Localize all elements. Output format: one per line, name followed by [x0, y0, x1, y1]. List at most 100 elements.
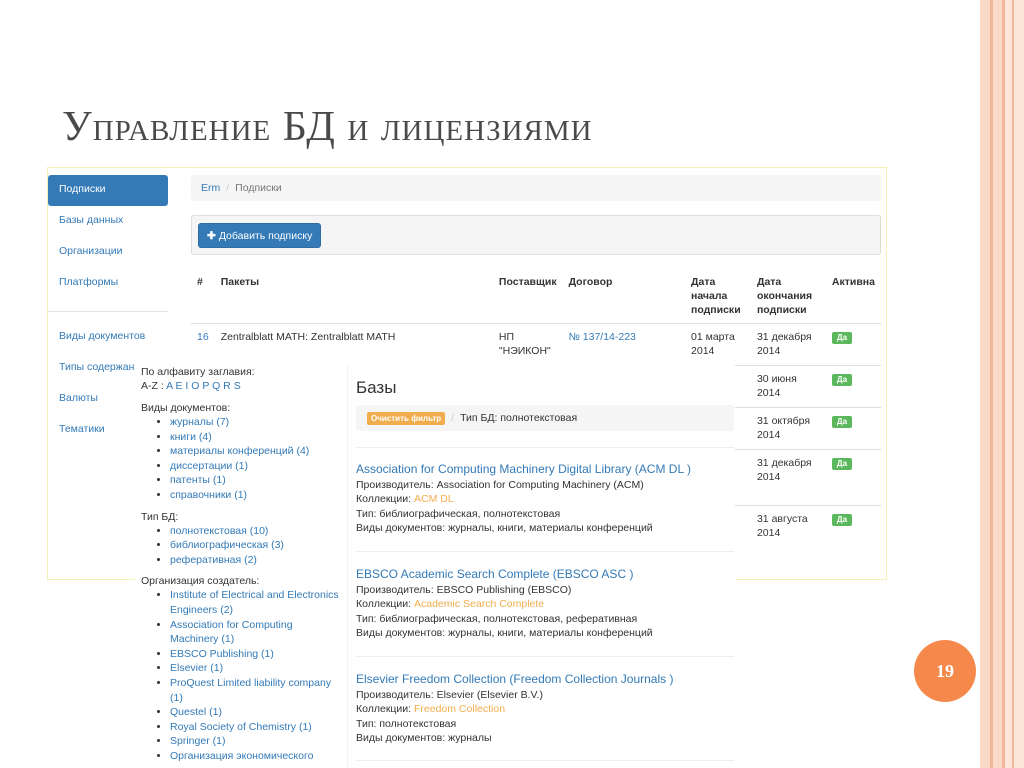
letter-link[interactable]: R	[223, 380, 231, 392]
letter-link[interactable]: S	[234, 380, 241, 392]
active-badge: Да	[831, 458, 853, 470]
facet-link[interactable]: Institute of Electrical and Electronics …	[170, 588, 341, 617]
producer-label: Производитель:	[356, 689, 434, 701]
clear-filter-button[interactable]: Очистить фильтр	[367, 411, 446, 425]
active-filter-bar: Очистить фильтр / Тип БД: полнотекстовая	[356, 405, 734, 431]
letter-link[interactable]: O	[191, 380, 199, 392]
facet-link[interactable]: реферативная (2)	[170, 553, 341, 568]
facet-link[interactable]: Springer (1)	[170, 734, 341, 749]
database-collections: Коллекции: Freedom Collection	[356, 702, 734, 716]
active-filter-label: Тип БД: полнотекстовая	[460, 412, 578, 424]
alphabet-index: A-Z : A E I O P Q R S	[141, 379, 341, 393]
database-item: Elsevier Freedom Collection (Freedom Col…	[356, 671, 734, 746]
facet-link[interactable]: диссертации (1)	[170, 459, 341, 474]
active-badge: Да	[831, 416, 853, 428]
alphabet-label: По алфавиту заглавия:	[141, 366, 255, 378]
facet-filter-panel: По алфавиту заглавия: A-Z : A E I O P Q …	[135, 363, 347, 768]
facet-link[interactable]: полнотекстовая (10)	[170, 524, 341, 539]
sidebar-item-platforms[interactable]: Платформы	[48, 268, 168, 299]
letter-link[interactable]: E	[175, 380, 182, 392]
sidebar-divider	[48, 311, 168, 312]
type-label: Тип:	[356, 612, 377, 625]
producer-value: Elsevier (Elsevier B.V.)	[436, 689, 543, 701]
table-header-row: # Пакеты Поставщик Договор Дата начала п…	[191, 269, 881, 324]
row-num-link[interactable]: 16	[191, 323, 215, 366]
org-heading: Организация создатель:	[141, 575, 260, 588]
row-end-date: 31 августа 2014	[750, 505, 826, 548]
facet-link[interactable]: Association for Computing Machinery (1)	[170, 618, 341, 647]
facet-link[interactable]: Royal Society of Chemistry (1)	[170, 720, 341, 735]
database-title-link[interactable]: Association for Computing Machinery Digi…	[356, 461, 734, 477]
facet-link[interactable]: библиографическая (3)	[170, 538, 341, 553]
row-end-date: 31 декабря 2014	[750, 323, 826, 366]
col-header-start-date: Дата начала подписки	[685, 269, 751, 324]
divider	[356, 447, 734, 448]
facet-link[interactable]: патенты (1)	[170, 473, 341, 488]
facet-link[interactable]: EBSCO Publishing (1)	[170, 647, 341, 662]
facet-link[interactable]: справочники (1)	[170, 488, 341, 503]
producer-label: Производитель:	[356, 479, 434, 491]
breadcrumb-root-link[interactable]: Erm	[201, 182, 220, 194]
database-title-link[interactable]: EBSCO Academic Search Complete (EBSCO AS…	[356, 566, 734, 582]
collection-link[interactable]: Academic Search Complete	[414, 598, 544, 610]
database-doc-types: Виды документов: журналы, книги, материа…	[356, 626, 734, 640]
database-item: EBSCO Academic Search Complete (EBSCO AS…	[356, 566, 734, 641]
collection-link[interactable]: ACM DL	[414, 493, 454, 505]
collection-link[interactable]: Freedom Collection	[414, 703, 505, 715]
producer-value: Association for Computing Machinery (ACM…	[436, 479, 644, 491]
col-header-supplier: Поставщик	[492, 269, 563, 324]
db-type-heading: Тип БД:	[141, 510, 179, 523]
database-collections: Коллекции: ACM DL	[356, 492, 734, 506]
page-number-badge: 19	[914, 640, 976, 702]
facet-link[interactable]: Elsevier (1)	[170, 661, 341, 676]
facet-link[interactable]: журналы (7)	[170, 415, 341, 430]
database-producer: Производитель: Association for Computing…	[356, 478, 734, 492]
row-end-date: 31 октября 2014	[750, 407, 826, 450]
sidebar-item-subscriptions[interactable]: Подписки	[48, 175, 168, 206]
database-item: Association for Computing Machinery Digi…	[356, 461, 734, 536]
divider	[356, 551, 734, 552]
type-value: библиографическая, полнотекстовая, рефер…	[379, 612, 638, 625]
facet-link[interactable]: материалы конференций (4)	[170, 444, 341, 459]
doc-types-label: Виды документов:	[356, 522, 446, 535]
facet-link[interactable]: Questel (1)	[170, 705, 341, 720]
sidebar-item-doc-types[interactable]: Виды документов	[48, 322, 168, 353]
row-end-date: 31 декабря 2014	[750, 449, 826, 506]
letter-link[interactable]: Q	[212, 380, 220, 392]
facet-link[interactable]: Организация экономического	[170, 749, 341, 764]
az-prefix: A-Z :	[141, 380, 164, 392]
doc-types-value: журналы	[448, 732, 492, 745]
type-value: библиографическая, полнотекстовая	[379, 507, 561, 520]
filter-separator: /	[451, 412, 455, 424]
database-producer: Производитель: EBSCO Publishing (EBSCO)	[356, 583, 734, 597]
decor-stripe	[1005, 0, 1024, 768]
letter-link[interactable]: I	[185, 380, 188, 392]
sidebar-item-organizations[interactable]: Организации	[48, 237, 168, 268]
slide-title: Управление БД и лицензиями	[62, 104, 593, 150]
add-subscription-button[interactable]: ✚ Добавить подписку	[198, 223, 322, 248]
letter-link[interactable]: A	[166, 380, 172, 392]
database-collections: Коллекции: Academic Search Complete	[356, 597, 734, 611]
type-label: Тип:	[356, 507, 377, 520]
sidebar-item-databases[interactable]: Базы данных	[48, 206, 168, 237]
row-contract-link[interactable]: № 137/14-223	[562, 323, 686, 366]
breadcrumb-separator: /	[226, 182, 230, 194]
database-title-link[interactable]: Elsevier Freedom Collection (Freedom Col…	[356, 671, 734, 687]
type-label: Тип:	[356, 717, 377, 730]
doc-types-label: Виды документов:	[356, 627, 446, 640]
collections-label: Коллекции:	[356, 493, 412, 506]
active-badge: Да	[831, 514, 853, 526]
facet-link[interactable]: ProQuest Limited liability company (1)	[170, 676, 341, 705]
table-row: 16 Zentralblatt MATH: Zentralblatt MATH …	[191, 323, 881, 366]
decor-stripe	[1012, 0, 1014, 768]
database-doc-types: Виды документов: журналы, книги, материа…	[356, 521, 734, 535]
divider	[356, 656, 734, 657]
facet-link[interactable]: книги (4)	[170, 430, 341, 445]
letter-link[interactable]: P	[202, 380, 209, 392]
database-doc-types: Виды документов: журналы	[356, 731, 734, 745]
doc-types-label: Виды документов:	[356, 732, 446, 745]
row-supplier: НП "НЭИКОН"	[492, 323, 563, 366]
collections-label: Коллекции:	[356, 703, 412, 716]
db-type-list: полнотекстовая (10) библиографическая (3…	[141, 524, 341, 568]
col-header-packages: Пакеты	[214, 269, 493, 324]
